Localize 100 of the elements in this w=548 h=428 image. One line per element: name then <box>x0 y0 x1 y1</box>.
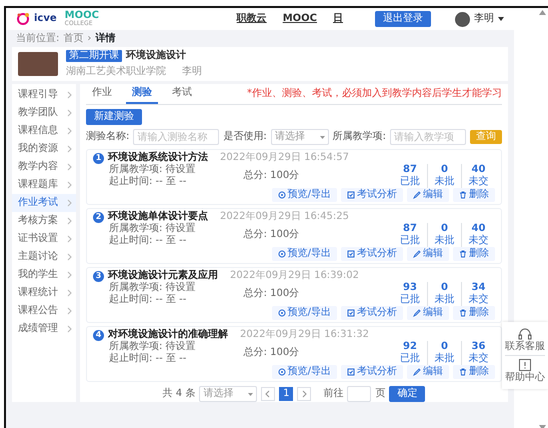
logo-swirl-icon <box>16 12 30 26</box>
tab[interactable]: 作业 <box>86 84 118 104</box>
action-button[interactable]: 删除 <box>453 247 495 261</box>
action-button[interactable]: 考试分析 <box>341 247 403 261</box>
sidebar-item[interactable]: 课程信息 <box>12 122 76 140</box>
breadcrumb-current: 详情 <box>95 33 116 45</box>
tab[interactable]: 测验 <box>126 84 158 104</box>
action-button[interactable]: 编辑 <box>407 365 449 379</box>
chevron-right-icon <box>66 325 72 333</box>
sidebar-item[interactable]: 我的资源 <box>12 140 76 158</box>
prev-page-button[interactable] <box>261 387 276 401</box>
chevron-right-icon <box>66 91 72 99</box>
teaching-item-text: 所属教学项: 待设置 <box>109 341 196 352</box>
pencil-icon <box>413 191 421 199</box>
quiz-number: 1 <box>93 152 104 164</box>
chevron-right-icon <box>66 181 72 189</box>
sidebar-item[interactable]: 教学团队 <box>12 104 76 122</box>
action-button[interactable]: 预览/导出 <box>272 247 337 261</box>
stat-value: 0 <box>440 282 449 294</box>
tab[interactable]: 考试 <box>166 84 198 104</box>
action-button[interactable]: 编辑 <box>407 188 449 202</box>
chevron-right-icon <box>66 127 72 135</box>
nav-link[interactable]: 日 <box>333 13 343 25</box>
sidebar-item[interactable]: 主题讨论 <box>12 248 76 266</box>
float-panel-link[interactable]: 帮助中心 <box>505 372 545 384</box>
sidebar-item[interactable]: 教学内容 <box>12 158 76 176</box>
sidebar-item[interactable]: 成绩管理 <box>12 320 76 338</box>
nav-link[interactable]: MOOC <box>282 13 317 25</box>
page-input-field[interactable] <box>347 386 372 402</box>
stat-value: 0 <box>440 164 449 176</box>
breadcrumb-link[interactable]: 首页 <box>63 33 84 45</box>
sidebar-item[interactable]: 课程题库 <box>12 176 76 194</box>
checklist-icon <box>347 368 355 376</box>
quiz-title[interactable]: 环境设施设计元素及应用 <box>108 270 218 282</box>
sidebar-item[interactable]: 课程统计 <box>12 284 76 302</box>
action-button[interactable]: 预览/导出 <box>272 306 337 320</box>
next-page-button[interactable] <box>297 387 312 401</box>
stat-value: 0 <box>440 341 449 352</box>
stat-label: 未交 <box>468 353 490 365</box>
quiz-title[interactable]: 对环境设施设计的准确理解 <box>108 329 228 341</box>
action-button[interactable]: 考试分析 <box>341 188 403 202</box>
filter-label: 测验名称: <box>86 131 130 143</box>
scroll-up-icon[interactable] <box>539 10 546 15</box>
sidebar-item[interactable]: 我的学生 <box>12 266 76 284</box>
action-button[interactable]: 编辑 <box>407 306 449 320</box>
chevron-right-icon <box>66 217 72 225</box>
quiz-number: 4 <box>93 330 104 340</box>
headset-icon[interactable] <box>518 327 532 341</box>
quiz-number: 2 <box>93 212 104 222</box>
trash-icon <box>459 368 467 376</box>
sidebar-item[interactable]: 证书设置 <box>12 230 76 248</box>
new-quiz-button[interactable]: 新建测验 <box>86 109 142 125</box>
action-button[interactable]: 考试分析 <box>341 306 403 320</box>
action-button[interactable]: 删除 <box>453 188 495 202</box>
stat-value: 87 <box>402 223 418 234</box>
trash-icon <box>459 250 467 258</box>
stat-label: 未批 <box>434 353 456 365</box>
teacher-name: 李明 <box>182 66 202 78</box>
chevron-right-icon <box>66 235 72 243</box>
quiz-date: 2022年09月29日 16:54:57 <box>220 152 349 164</box>
action-button[interactable]: 删除 <box>453 306 495 320</box>
action-button[interactable]: 考试分析 <box>341 365 403 379</box>
page-button[interactable]: 1 <box>279 387 294 401</box>
sidebar-item[interactable]: 课程公告 <box>12 302 76 320</box>
breadcrumb-label: 当前位置: <box>16 33 60 45</box>
sidebar-item[interactable]: 考核方案 <box>12 212 76 230</box>
stat-label: 未批 <box>434 235 456 247</box>
action-button[interactable]: 删除 <box>453 365 495 379</box>
chevron-right-icon <box>66 199 72 207</box>
stat-value: 40 <box>470 164 486 176</box>
total-score: 总分: 100分 <box>244 288 300 300</box>
page-size-select[interactable]: 请选择 <box>199 386 258 402</box>
action-button[interactable]: 预览/导出 <box>272 188 337 202</box>
stat-value: 87 <box>402 164 418 176</box>
action-button[interactable]: 预览/导出 <box>272 365 337 379</box>
pencil-icon <box>413 309 421 317</box>
nav-link[interactable]: 职教云 <box>236 13 267 25</box>
action-button[interactable]: 编辑 <box>407 247 449 261</box>
chevron-right-icon <box>66 289 72 297</box>
quiz-title[interactable]: 环境设施系统设计方法 <box>108 152 208 164</box>
avatar-placeholder <box>455 12 470 26</box>
chevron-right-icon <box>66 307 72 315</box>
stat-label: 未交 <box>468 294 490 306</box>
float-panel-link[interactable]: 联系客服 <box>505 341 545 353</box>
logout-button[interactable]: 退出登录 <box>375 11 431 27</box>
sidebar-item[interactable]: 作业考试 <box>12 194 76 212</box>
quiz-title[interactable]: 环境设施单体设计要点 <box>108 211 208 223</box>
filter-input-field[interactable]: 请输入测验名称 <box>133 129 220 145</box>
user-name[interactable]: 李明 <box>474 13 494 25</box>
page-unit-label: 页 <box>375 388 386 400</box>
sidebar-item[interactable]: 课程引导 <box>12 86 76 104</box>
stat-label: 已批 <box>399 353 421 365</box>
course-image-placeholder <box>18 52 58 76</box>
filter-input-field[interactable]: 请输入教学项 <box>390 129 466 145</box>
trash-icon <box>459 191 467 199</box>
chevron-right-icon <box>66 109 72 117</box>
filter-label: 是否使用: <box>223 131 267 143</box>
filter-select[interactable]: 请选择 <box>270 129 329 145</box>
confirm-button[interactable]: 确定 <box>389 386 426 402</box>
exclamation-box-icon[interactable] <box>518 358 532 372</box>
